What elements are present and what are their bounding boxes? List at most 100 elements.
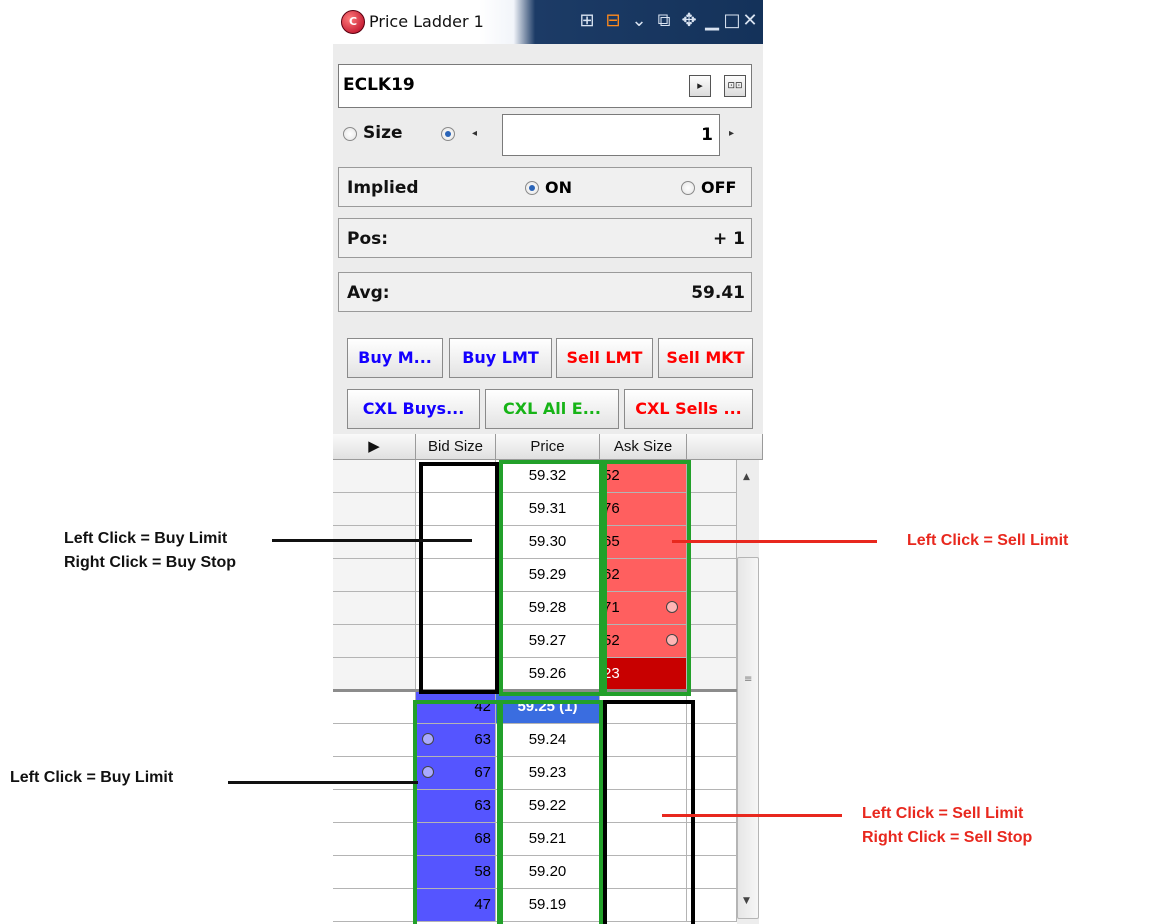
price-cell[interactable]: 59.23 — [496, 757, 600, 790]
export-icon[interactable]: ⊟ — [602, 9, 624, 33]
order-column-cell[interactable] — [333, 592, 416, 625]
extra-column-cell[interactable] — [687, 493, 737, 526]
expand-column-header[interactable]: ▶ — [333, 434, 416, 460]
extra-column-cell[interactable] — [687, 790, 737, 823]
bid-size-cell[interactable] — [416, 526, 496, 559]
order-column-cell[interactable] — [333, 889, 416, 922]
cancel-all-button[interactable]: CXL All E... — [485, 389, 619, 429]
scrollbar-thumb[interactable]: ≡ — [737, 557, 759, 919]
extra-column-cell[interactable] — [687, 724, 737, 757]
price-cell[interactable]: 59.19 — [496, 889, 600, 922]
extra-column-cell[interactable] — [687, 658, 737, 691]
bid-size-header[interactable]: Bid Size — [416, 434, 496, 460]
increase-quantity-icon[interactable]: ▸ — [729, 128, 734, 139]
ask-size-header[interactable]: Ask Size — [600, 434, 687, 460]
implied-on-radio[interactable] — [525, 181, 539, 195]
bid-size-cell[interactable] — [416, 493, 496, 526]
extra-column-header[interactable] — [687, 434, 763, 460]
collapse-icon[interactable]: ⌄ — [628, 9, 650, 33]
price-cell[interactable]: 59.24 — [496, 724, 600, 757]
symbol-arrow-button[interactable]: ▸ — [689, 75, 711, 97]
ask-size-cell[interactable]: 76 — [600, 493, 687, 526]
order-column-cell[interactable] — [333, 493, 416, 526]
order-column-cell[interactable] — [333, 658, 416, 691]
buy-market-button[interactable]: Buy M... — [347, 338, 443, 378]
working-buy-order-icon[interactable] — [422, 766, 434, 778]
bid-size-cell[interactable]: 42 — [416, 691, 496, 724]
bid-size-cell[interactable]: 58 — [416, 856, 496, 889]
bid-size-cell[interactable]: 63 — [416, 724, 496, 757]
order-column-cell[interactable] — [333, 625, 416, 658]
price-cell[interactable]: 59.29 — [496, 559, 600, 592]
bid-size-cell[interactable]: 63 — [416, 790, 496, 823]
link-window-icon[interactable]: ⊞ — [576, 9, 598, 33]
order-column-cell[interactable] — [333, 757, 416, 790]
bid-size-cell[interactable]: 47 — [416, 889, 496, 922]
extra-column-cell[interactable] — [687, 823, 737, 856]
price-cell[interactable]: 59.30 — [496, 526, 600, 559]
extra-column-cell[interactable] — [687, 460, 737, 493]
bid-size-cell[interactable] — [416, 592, 496, 625]
symbol-field[interactable]: ECLK19 ▸ ⊡⊡ — [338, 64, 752, 108]
order-column-cell[interactable] — [333, 526, 416, 559]
ask-size-cell[interactable]: 62 — [600, 559, 687, 592]
price-cell[interactable]: 59.31 — [496, 493, 600, 526]
extra-column-cell[interactable] — [687, 592, 737, 625]
implied-off-radio[interactable] — [681, 181, 695, 195]
price-cell[interactable]: 59.26 — [496, 658, 600, 691]
ask-size-cell[interactable] — [600, 823, 687, 856]
extra-column-cell[interactable] — [687, 559, 737, 592]
expand-icon[interactable]: ▶ — [368, 438, 380, 455]
quantity-radio[interactable] — [441, 127, 455, 141]
ask-size-cell[interactable]: 23 — [600, 658, 687, 691]
extra-column-cell[interactable] — [687, 856, 737, 889]
price-cell[interactable]: 59.28 — [496, 592, 600, 625]
price-cell[interactable]: 59.27 — [496, 625, 600, 658]
bid-size-cell[interactable]: 67 — [416, 757, 496, 790]
size-radio[interactable] — [343, 127, 357, 141]
move-icon[interactable]: ✥ — [678, 9, 700, 33]
bid-size-cell[interactable] — [416, 658, 496, 691]
working-buy-order-icon[interactable] — [422, 733, 434, 745]
ask-size-cell[interactable] — [600, 856, 687, 889]
order-column-cell[interactable] — [333, 790, 416, 823]
ask-size-cell[interactable] — [600, 889, 687, 922]
title-bar[interactable]: C Price Ladder 1 ⊞ ⊟ ⌄ ⧉ ✥ ▁ □ ✕ — [333, 0, 763, 44]
cancel-sells-button[interactable]: CXL Sells ... — [624, 389, 753, 429]
order-column-cell[interactable] — [333, 691, 416, 724]
price-cell[interactable]: 59.25 (1) — [496, 691, 600, 724]
working-sell-order-icon[interactable] — [666, 601, 678, 613]
bid-size-cell[interactable] — [416, 559, 496, 592]
working-sell-order-icon[interactable] — [666, 634, 678, 646]
price-cell[interactable]: 59.21 — [496, 823, 600, 856]
bid-size-cell[interactable]: 68 — [416, 823, 496, 856]
bid-size-cell[interactable] — [416, 625, 496, 658]
extra-column-cell[interactable] — [687, 889, 737, 922]
scroll-up-icon[interactable]: ▲ — [743, 472, 750, 482]
decrease-quantity-icon[interactable]: ◂ — [472, 128, 477, 139]
price-cell[interactable]: 59.32 — [496, 460, 600, 493]
close-icon[interactable]: ✕ — [739, 9, 761, 33]
price-cell[interactable]: 59.20 — [496, 856, 600, 889]
extra-column-cell[interactable] — [687, 691, 737, 724]
buy-limit-button[interactable]: Buy LMT — [449, 338, 552, 378]
order-column-cell[interactable] — [333, 724, 416, 757]
scroll-down-icon[interactable]: ▼ — [743, 896, 750, 906]
link-symbol-button[interactable]: ⊡⊡ — [724, 75, 746, 97]
extra-column-cell[interactable] — [687, 757, 737, 790]
order-column-cell[interactable] — [333, 823, 416, 856]
ask-size-cell[interactable]: 71 — [600, 592, 687, 625]
ask-size-cell[interactable] — [600, 724, 687, 757]
minimize-icon[interactable]: ▁ — [701, 9, 723, 33]
sell-market-button[interactable]: Sell MKT — [658, 338, 753, 378]
ask-size-cell[interactable] — [600, 757, 687, 790]
order-column-cell[interactable] — [333, 460, 416, 493]
bid-size-cell[interactable] — [416, 460, 496, 493]
cancel-buys-button[interactable]: CXL Buys... — [347, 389, 480, 429]
order-column-cell[interactable] — [333, 856, 416, 889]
ask-size-cell[interactable]: 52 — [600, 625, 687, 658]
price-cell[interactable]: 59.22 — [496, 790, 600, 823]
ask-size-cell[interactable] — [600, 790, 687, 823]
duplicate-window-icon[interactable]: ⧉ — [653, 9, 675, 33]
price-header[interactable]: Price — [496, 434, 600, 460]
